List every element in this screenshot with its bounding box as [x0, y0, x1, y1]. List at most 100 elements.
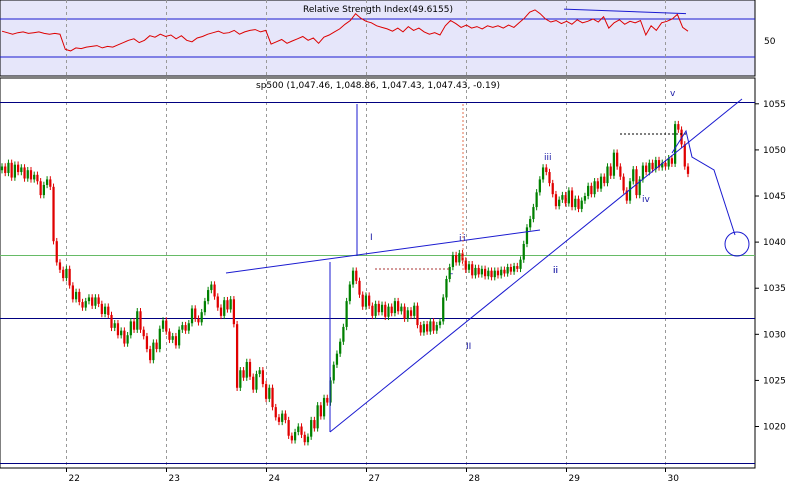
candle-body — [535, 192, 538, 208]
candle-body — [390, 306, 393, 314]
candle-body — [274, 407, 277, 418]
price-y-axis: 1020 1025 1030 1035 1040 1045 1050 1055 — [755, 100, 786, 433]
candle-body — [306, 436, 310, 443]
candle-body — [451, 255, 455, 268]
candle-body — [377, 303, 380, 313]
candle-body — [673, 124, 677, 164]
candle-body — [23, 167, 26, 179]
candle-body — [113, 323, 116, 328]
candle-body — [574, 198, 577, 208]
candle-body — [129, 321, 132, 336]
candle-body — [429, 321, 432, 332]
candle-body — [551, 183, 554, 195]
candle-body — [548, 172, 551, 184]
candle-body — [248, 361, 252, 377]
x-tick-label: 22 — [69, 474, 80, 482]
candle-body — [500, 269, 503, 276]
candle-body — [335, 353, 339, 365]
candle-body — [91, 297, 94, 306]
candle-body — [145, 336, 149, 350]
candle-body — [74, 291, 78, 300]
candle-body — [493, 270, 496, 278]
candle-body — [480, 268, 484, 275]
candle-body — [403, 306, 406, 319]
candle-body — [525, 227, 529, 244]
wave-label: II — [466, 342, 471, 352]
candle-body — [628, 181, 632, 201]
candle-body — [538, 179, 541, 193]
candle-body — [458, 253, 461, 263]
candle-body — [0, 166, 4, 171]
candle-body — [258, 370, 261, 374]
candle-body — [641, 165, 645, 180]
candle-body — [171, 336, 174, 340]
candle-body — [319, 405, 322, 417]
candle-body — [612, 152, 616, 176]
candle-body — [139, 311, 142, 330]
candle-body — [94, 297, 97, 306]
candle-body — [577, 198, 580, 209]
x-tick-label: 27 — [369, 474, 380, 482]
candle-body — [62, 269, 65, 279]
candle-body — [496, 270, 500, 276]
candle-body — [268, 387, 271, 399]
candle-body — [374, 303, 377, 316]
candle-body — [87, 297, 91, 302]
chart-canvas: Relative Strength Index(49.6155) 50 viii… — [0, 0, 786, 482]
candle-body — [435, 325, 438, 331]
candle-body — [235, 324, 239, 388]
candle-body — [522, 243, 525, 260]
candle-body — [226, 300, 229, 310]
candle-body — [364, 295, 368, 307]
candle-body — [210, 284, 213, 291]
candle-body — [68, 268, 71, 286]
candle-body — [603, 176, 606, 184]
y-tick-label: 1055 — [763, 100, 786, 110]
candle-body — [187, 323, 190, 331]
candle-body — [39, 181, 42, 196]
candle-body — [393, 301, 397, 314]
candle-body — [361, 294, 364, 307]
candle-body — [422, 324, 426, 333]
candle-body — [483, 268, 487, 277]
candle-body — [512, 266, 516, 272]
candle-body — [219, 307, 223, 316]
candle-body — [339, 341, 342, 354]
candle-body — [368, 295, 371, 306]
candle-body — [194, 308, 197, 319]
rsi-panel: Relative Strength Index(49.6155) 50 — [0, 0, 776, 77]
y-tick-label: 1040 — [763, 238, 786, 248]
candle-body — [558, 199, 561, 207]
candle-body — [358, 280, 361, 295]
candle-body — [355, 270, 358, 281]
candle-body — [487, 270, 490, 277]
candle-body — [380, 304, 384, 313]
candle-body — [503, 269, 506, 274]
candle-body — [84, 301, 87, 308]
candle-body — [580, 200, 583, 209]
y-tick-label: 1045 — [763, 192, 786, 202]
candle-body — [622, 176, 625, 191]
candle-body — [142, 329, 145, 337]
y-tick-label: 1030 — [763, 330, 786, 340]
candle-body — [351, 270, 355, 285]
candle-body — [58, 262, 62, 270]
candle-body — [516, 266, 519, 269]
candle-body — [71, 285, 74, 300]
candle-body — [232, 299, 236, 325]
candle-body — [206, 290, 210, 302]
candle-body — [519, 259, 522, 269]
candle-body — [664, 162, 667, 167]
candle-body — [116, 323, 120, 336]
wave-label: i — [463, 234, 466, 244]
candle-body — [348, 284, 351, 302]
candle-body — [648, 162, 651, 173]
candle-body — [645, 165, 648, 173]
candle-body — [52, 186, 55, 242]
candle-body — [158, 328, 161, 350]
candle-body — [65, 268, 68, 279]
candle-body — [545, 167, 548, 173]
candle-body — [432, 321, 435, 331]
candle-body — [596, 181, 599, 189]
candle-body — [100, 303, 103, 315]
